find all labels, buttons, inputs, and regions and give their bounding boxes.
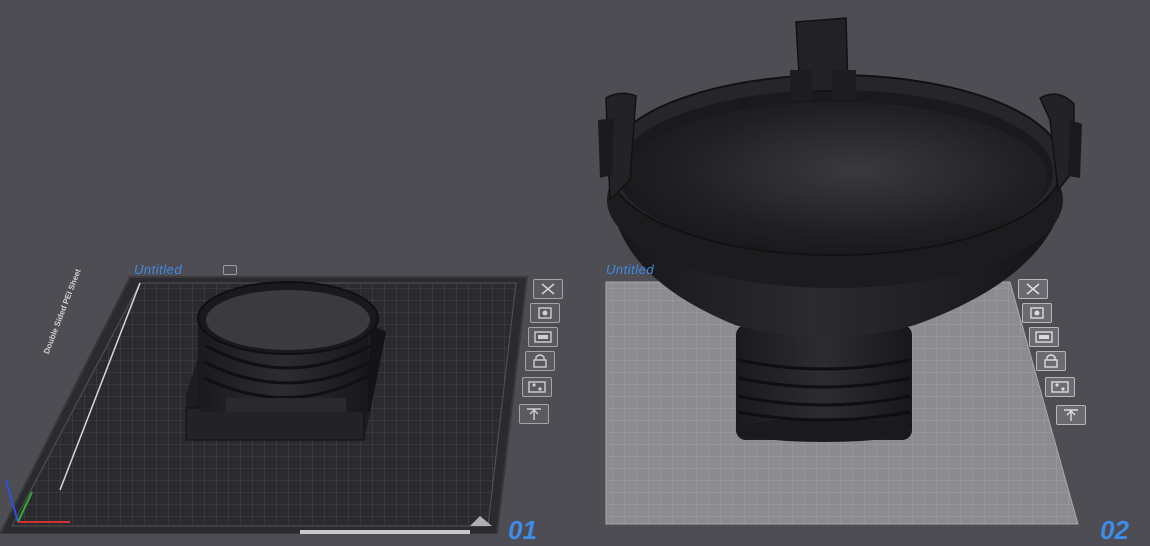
lock-plate-button[interactable] [525,351,555,371]
lock-plate-button[interactable] [1036,351,1066,371]
lock-icon [1044,354,1058,368]
remove-icon [1026,283,1040,295]
edit-name-icon[interactable] [223,265,237,275]
remove-plate-button[interactable] [533,279,563,299]
plate-1-name[interactable]: Untitled [134,262,182,277]
settings-icon [1051,381,1069,393]
orient-icon [1035,331,1053,343]
move-up-icon [527,408,541,420]
remove-plate-button[interactable] [1018,279,1048,299]
arrange-icon [1030,307,1044,319]
settings-icon [528,381,546,393]
remove-icon [541,283,555,295]
plate-1-index: 01 [508,515,537,545]
plate-settings-button[interactable] [1045,377,1075,397]
plate-2-name[interactable]: Untitled [606,262,654,277]
orient-icon [534,331,552,343]
arrange-plate-button[interactable] [1022,303,1052,323]
arrange-icon [538,307,552,319]
orient-plate-button[interactable] [1029,327,1059,347]
arrange-plate-button[interactable] [530,303,560,323]
3d-viewport[interactable]: Double Sided PEI Sheet Untitled 01 Untit… [0,0,1150,545]
adapter-model[interactable] [185,281,386,441]
move-plate-up-button[interactable] [1056,405,1086,425]
orient-plate-button[interactable] [528,327,558,347]
plate-settings-button[interactable] [522,377,552,397]
plate-2-index: 02 [1100,515,1129,545]
lock-icon [533,354,547,368]
move-up-icon [1064,409,1078,421]
move-plate-up-button[interactable] [519,404,549,424]
